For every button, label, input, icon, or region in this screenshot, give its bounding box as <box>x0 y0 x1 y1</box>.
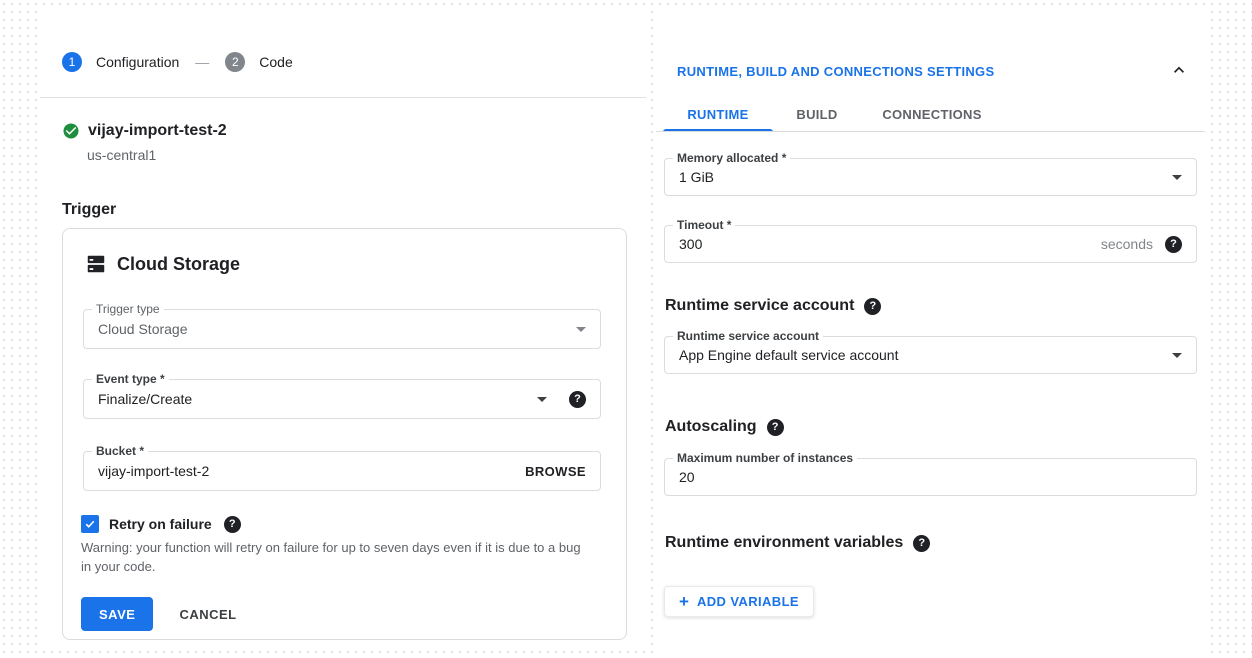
tab-connections[interactable]: CONNECTIONS <box>861 96 1003 132</box>
trigger-type-select[interactable]: Trigger type Cloud Storage <box>83 309 601 349</box>
memory-allocated-select[interactable]: Memory allocated * 1 GiB <box>664 158 1197 196</box>
step-separator: — <box>195 54 209 70</box>
cancel-button[interactable]: CANCEL <box>179 607 236 622</box>
plus-icon: + <box>679 593 689 610</box>
step-2-label[interactable]: Code <box>259 54 292 70</box>
bucket-input[interactable] <box>98 463 525 479</box>
timeout-help-icon[interactable]: ? <box>1165 236 1182 253</box>
max-instances-input[interactable] <box>679 469 1182 485</box>
settings-tabs: RUNTIME BUILD CONNECTIONS <box>663 96 1003 132</box>
settings-section-toggle[interactable]: RUNTIME, BUILD AND CONNECTIONS SETTINGS <box>677 64 994 79</box>
retry-checkbox[interactable] <box>81 515 99 533</box>
service-account-value: App Engine default service account <box>679 347 1172 363</box>
add-variable-label: ADD VARIABLE <box>697 594 799 609</box>
tab-build[interactable]: BUILD <box>773 96 861 132</box>
service-account-select[interactable]: Runtime service account App Engine defau… <box>664 336 1197 374</box>
event-type-label: Event type * <box>92 372 169 386</box>
event-type-select[interactable]: Event type * Finalize/Create ? <box>83 379 601 419</box>
trigger-section-heading: Trigger <box>62 201 116 219</box>
runtime-settings-panel: RUNTIME, BUILD AND CONNECTIONS SETTINGS … <box>656 10 1205 658</box>
env-vars-heading-row: Runtime environment variables ? <box>665 534 930 552</box>
service-account-heading-row: Runtime service account ? <box>665 297 881 315</box>
save-button[interactable]: SAVE <box>81 597 153 631</box>
function-region: us-central1 <box>87 147 156 163</box>
env-vars-heading: Runtime environment variables <box>665 534 903 552</box>
service-account-help-icon[interactable]: ? <box>864 298 881 315</box>
autoscaling-heading-row: Autoscaling ? <box>665 418 784 436</box>
trigger-type-label: Trigger type <box>92 302 164 316</box>
chevron-up-icon[interactable] <box>1169 60 1189 80</box>
chevron-down-icon <box>537 397 547 402</box>
trigger-type-value: Cloud Storage <box>98 321 576 337</box>
retry-on-failure-row: Retry on failure ? <box>81 515 241 533</box>
event-type-help-icon[interactable]: ? <box>569 391 586 408</box>
timeout-field: Timeout * seconds ? <box>664 225 1197 263</box>
service-account-label: Runtime service account <box>673 329 823 343</box>
event-type-value: Finalize/Create <box>98 391 537 407</box>
function-title-row: vijay-import-test-2 <box>62 122 227 140</box>
chevron-down-icon <box>576 327 586 332</box>
tab-runtime[interactable]: RUNTIME <box>663 96 773 132</box>
form-actions: SAVE CANCEL <box>81 597 237 631</box>
autoscaling-heading: Autoscaling <box>665 418 757 436</box>
wizard-stepper: 1 Configuration — 2 Code <box>62 52 293 72</box>
step-2-circle[interactable]: 2 <box>225 52 245 72</box>
autoscaling-help-icon[interactable]: ? <box>767 419 784 436</box>
timeout-label: Timeout * <box>673 218 735 232</box>
max-instances-label: Maximum number of instances <box>673 451 857 465</box>
service-account-heading: Runtime service account <box>665 297 854 315</box>
chevron-down-icon <box>1172 175 1182 180</box>
checkmark-icon <box>84 518 96 530</box>
add-variable-button[interactable]: + ADD VARIABLE <box>664 586 814 617</box>
chevron-down-icon <box>1172 353 1182 358</box>
bucket-field: Bucket * BROWSE <box>83 451 601 491</box>
retry-warning-text: Warning: your function will retry on fai… <box>81 539 589 577</box>
cloud-storage-icon <box>85 253 107 275</box>
stepper-divider <box>40 97 646 98</box>
memory-allocated-value: 1 GiB <box>679 169 1172 185</box>
step-1-circle[interactable]: 1 <box>62 52 82 72</box>
max-instances-field: Maximum number of instances <box>664 458 1197 496</box>
retry-label[interactable]: Retry on failure <box>109 516 212 532</box>
env-vars-help-icon[interactable]: ? <box>913 535 930 552</box>
timeout-input[interactable] <box>679 236 1101 252</box>
browse-button[interactable]: BROWSE <box>525 464 586 479</box>
memory-allocated-label: Memory allocated * <box>673 151 790 165</box>
bucket-label: Bucket * <box>92 444 148 458</box>
trigger-card-title-row: Cloud Storage <box>85 253 240 275</box>
tabs-divider <box>656 131 1205 132</box>
trigger-card: Cloud Storage Trigger type Cloud Storage… <box>62 228 627 640</box>
configuration-panel: 1 Configuration — 2 Code vijay-import-te… <box>40 10 646 645</box>
retry-help-icon[interactable]: ? <box>224 516 241 533</box>
trigger-card-title: Cloud Storage <box>117 254 240 275</box>
success-check-icon <box>62 122 80 140</box>
function-name: vijay-import-test-2 <box>88 122 227 140</box>
step-1-label[interactable]: Configuration <box>96 54 179 70</box>
timeout-unit-suffix: seconds <box>1101 236 1153 252</box>
